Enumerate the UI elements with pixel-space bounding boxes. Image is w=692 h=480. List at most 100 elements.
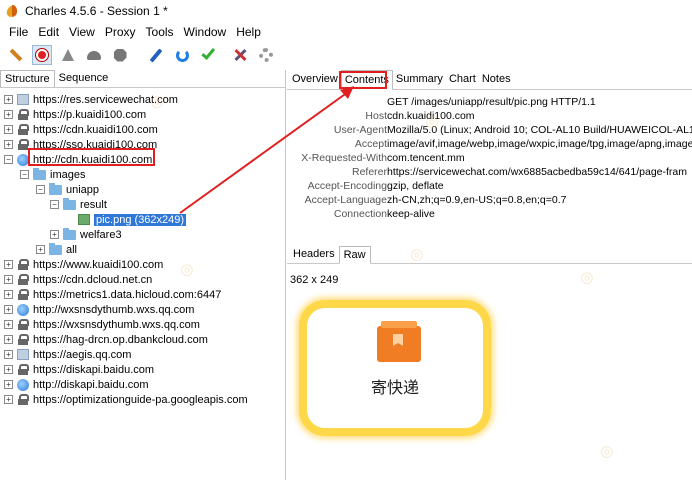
image-preview: 362 x 249 寄快递 bbox=[287, 266, 692, 480]
expand-icon[interactable]: + bbox=[4, 365, 13, 374]
menu-file[interactable]: File bbox=[4, 25, 33, 39]
expand-icon[interactable]: + bbox=[4, 320, 13, 329]
lock-icon bbox=[17, 124, 29, 135]
expand-icon[interactable]: + bbox=[4, 290, 13, 299]
preview-image-card: 寄快递 bbox=[299, 300, 491, 436]
header-row: Accept-Language zh-CN,zh;q=0.9,en-US;q=0.… bbox=[304, 194, 567, 206]
lock-icon bbox=[17, 364, 29, 375]
lock-icon bbox=[17, 109, 29, 120]
tree-host[interactable]: + https://aegis.qq.com bbox=[4, 347, 131, 362]
window-title: Charles 4.5.6 - Session 1 * bbox=[25, 4, 168, 18]
expand-icon[interactable]: + bbox=[4, 140, 13, 149]
tree-host[interactable]: + https://p.kuaidi100.com bbox=[4, 107, 146, 122]
expand-icon[interactable]: + bbox=[4, 110, 13, 119]
tree-host[interactable]: + https://res.servicewechat.com bbox=[4, 92, 178, 107]
expand-icon[interactable]: + bbox=[50, 230, 59, 239]
tree-folder-welfare3[interactable]: + welfare3 bbox=[50, 227, 122, 242]
tab-raw[interactable]: Raw bbox=[338, 246, 371, 264]
tree-host[interactable]: + https://wxsnsdythumb.wxs.qq.com bbox=[4, 317, 200, 332]
tree-host[interactable]: + https://cdn.kuaidi100.com bbox=[4, 122, 158, 137]
header-row: X-Requested-With com.tencent.mm bbox=[301, 152, 465, 164]
expand-icon[interactable]: + bbox=[4, 350, 13, 359]
tree-host[interactable]: + http://diskapi.baidu.com bbox=[4, 377, 149, 392]
menu-help[interactable]: Help bbox=[231, 25, 266, 39]
settings-icon[interactable] bbox=[256, 45, 276, 65]
tree-host[interactable]: + http://wxsnsdythumb.wxs.qq.com bbox=[4, 302, 194, 317]
header-row: Connection keep-alive bbox=[333, 208, 435, 220]
tab-sequence[interactable]: Sequence bbox=[55, 70, 113, 87]
menu-window[interactable]: Window bbox=[179, 25, 232, 39]
charles-app-icon bbox=[5, 4, 19, 18]
folder-icon bbox=[49, 242, 62, 255]
record-icon[interactable] bbox=[32, 45, 52, 65]
tree-host[interactable]: + https://www.kuaidi100.com bbox=[4, 257, 163, 272]
tab-headers[interactable]: Headers bbox=[289, 246, 339, 263]
structure-panel: Structure Sequence + https://res.servicew… bbox=[0, 70, 286, 480]
highlight-box-host bbox=[28, 148, 155, 166]
tree-host[interactable]: + https://hag-drcn.op.dbankcloud.com bbox=[4, 332, 208, 347]
lock-icon bbox=[17, 394, 29, 405]
expand-icon[interactable]: + bbox=[4, 260, 13, 269]
menu-proxy[interactable]: Proxy bbox=[100, 25, 141, 39]
expand-icon[interactable]: + bbox=[4, 335, 13, 344]
tree-file-pic[interactable]: pic.png (362x249) bbox=[78, 212, 187, 227]
header-row: Accept image/avif,image/webp,image/wxpic,… bbox=[354, 138, 692, 150]
menu-edit[interactable]: Edit bbox=[33, 25, 64, 39]
menu-bar: File Edit View Proxy Tools Window Help bbox=[0, 22, 692, 42]
folder-icon bbox=[33, 167, 46, 180]
tab-summary[interactable]: Summary bbox=[393, 70, 446, 89]
highlight-box-contents bbox=[339, 71, 387, 89]
tools-icon[interactable] bbox=[230, 45, 250, 65]
tree-folder-result[interactable]: − result bbox=[50, 197, 107, 212]
toolbar bbox=[0, 42, 692, 68]
tree-host[interactable]: + https://metrics1.data.hicloud.com:6447 bbox=[4, 287, 221, 302]
globe-icon bbox=[17, 378, 29, 391]
stop-icon[interactable] bbox=[110, 45, 130, 65]
lock-icon bbox=[17, 289, 29, 300]
folder-icon bbox=[63, 197, 76, 210]
expand-icon[interactable]: + bbox=[4, 395, 13, 404]
header-row: User-Agent Mozilla/5.0 (Linux; Android 10… bbox=[333, 124, 692, 136]
menu-view[interactable]: View bbox=[64, 25, 100, 39]
compose-icon[interactable] bbox=[146, 45, 166, 65]
folder-icon bbox=[49, 182, 62, 195]
request-headers: GET /images/uniapp/result/pic.png HTTP/1… bbox=[287, 92, 692, 232]
host-icon bbox=[17, 94, 29, 105]
collapse-icon[interactable]: − bbox=[36, 185, 45, 194]
expand-icon[interactable]: + bbox=[4, 275, 13, 284]
lock-icon bbox=[17, 274, 29, 285]
expand-icon[interactable]: + bbox=[4, 95, 13, 104]
throttle-icon[interactable] bbox=[58, 45, 78, 65]
title-bar: Charles 4.5.6 - Session 1 * bbox=[0, 0, 692, 22]
tree-folder-all[interactable]: + all bbox=[36, 242, 77, 257]
tab-structure[interactable]: Structure bbox=[0, 70, 55, 87]
broom-icon[interactable] bbox=[6, 45, 26, 65]
tab-notes[interactable]: Notes bbox=[479, 70, 514, 89]
collapse-icon[interactable]: − bbox=[50, 200, 59, 209]
request-line: GET /images/uniapp/result/pic.png HTTP/1… bbox=[387, 96, 596, 108]
tab-overview[interactable]: Overview bbox=[289, 70, 341, 89]
expand-icon[interactable]: + bbox=[4, 125, 13, 134]
lock-icon bbox=[17, 259, 29, 270]
expand-icon[interactable]: + bbox=[4, 305, 13, 314]
expand-icon[interactable]: + bbox=[4, 380, 13, 389]
expand-icon[interactable]: + bbox=[36, 245, 45, 254]
left-tabs: Structure Sequence bbox=[0, 70, 285, 88]
turtle-icon[interactable] bbox=[84, 45, 104, 65]
tab-chart[interactable]: Chart bbox=[446, 70, 479, 89]
request-line-row: GET /images/uniapp/result/pic.png HTTP/1… bbox=[287, 96, 692, 110]
tree-folder-images[interactable]: − images bbox=[20, 167, 85, 182]
tree-host[interactable]: + https://diskapi.baidu.com bbox=[4, 362, 154, 377]
tree-folder-uniapp[interactable]: − uniapp bbox=[36, 182, 99, 197]
host-icon bbox=[17, 349, 29, 360]
collapse-icon[interactable]: − bbox=[4, 155, 13, 164]
menu-tools[interactable]: Tools bbox=[141, 25, 179, 39]
lock-icon bbox=[17, 319, 29, 330]
validate-icon[interactable] bbox=[198, 44, 218, 65]
collapse-icon[interactable]: − bbox=[20, 170, 29, 179]
refresh-icon[interactable] bbox=[172, 45, 192, 65]
header-row: Accept-Encoding gzip, deflate bbox=[307, 180, 444, 192]
header-row: Referer https://servicewechat.com/wx6885a… bbox=[351, 166, 688, 178]
tree-host[interactable]: + https://optimizationguide-pa.googleapis… bbox=[4, 392, 248, 407]
tree-host[interactable]: + https://cdn.dcloud.net.cn bbox=[4, 272, 152, 287]
